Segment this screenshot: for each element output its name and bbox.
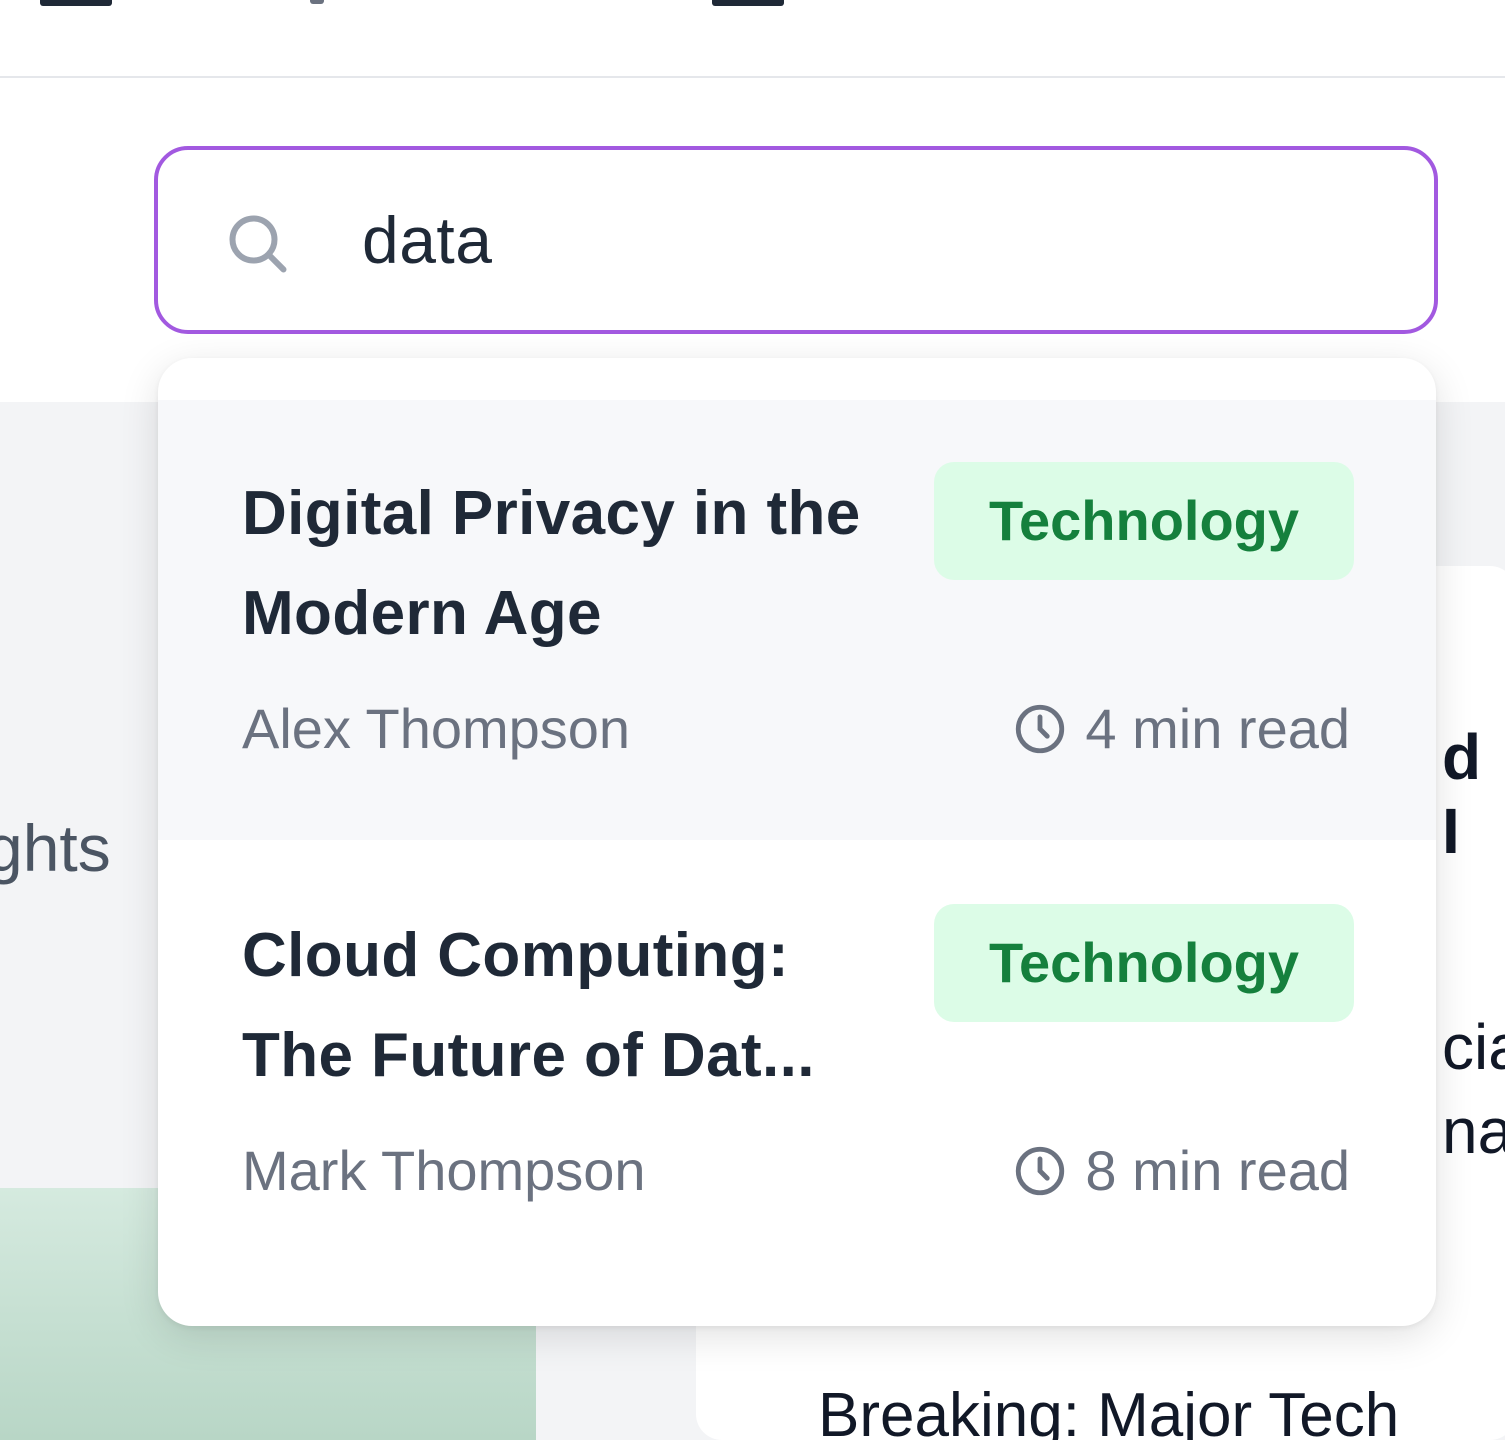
result-author: Mark Thompson <box>242 1139 646 1202</box>
search-icon <box>229 215 287 273</box>
result-title: Cloud Computing: The Future of Dat... <box>242 921 815 1090</box>
hero-text-fragment: ghts <box>0 811 111 885</box>
result-author: Alex Thompson <box>242 697 631 760</box>
read-time-label: 8 min read <box>1085 1139 1350 1202</box>
article-card-text-fragment: na <box>1442 1095 1505 1167</box>
result-title: Digital Privacy in the Modern Age <box>242 479 861 648</box>
nav-item[interactable] <box>310 0 324 4</box>
article-card-heading-fragment: d I <box>1442 721 1482 867</box>
category-badge: Technology <box>934 462 1354 580</box>
clock-icon <box>1016 704 1065 753</box>
page: ghts d I cia na Breaking: Major Tech dat… <box>0 0 1505 1440</box>
read-time-label: 4 min read <box>1085 697 1350 760</box>
nav-item[interactable] <box>40 0 112 6</box>
search-input[interactable]: data <box>154 146 1438 334</box>
search-input-value[interactable]: data <box>362 200 492 280</box>
article-headline-fragment[interactable]: Breaking: Major Tech <box>818 1380 1399 1440</box>
result-read-time: 8 min read <box>1011 1138 1350 1203</box>
nav-item[interactable] <box>712 0 784 6</box>
article-card-text-fragment: cia <box>1442 1011 1505 1083</box>
search-result-item[interactable]: Cloud Computing: The Future of Dat... Te… <box>158 842 1436 1282</box>
result-read-time: 4 min read <box>1011 696 1350 761</box>
search-results-dropdown: Digital Privacy in the Modern Age Techno… <box>158 358 1436 1326</box>
category-badge: Technology <box>934 904 1354 1022</box>
search-result-item[interactable]: Digital Privacy in the Modern Age Techno… <box>158 400 1436 840</box>
clock-icon <box>1016 1146 1065 1195</box>
top-navigation <box>0 0 1505 78</box>
